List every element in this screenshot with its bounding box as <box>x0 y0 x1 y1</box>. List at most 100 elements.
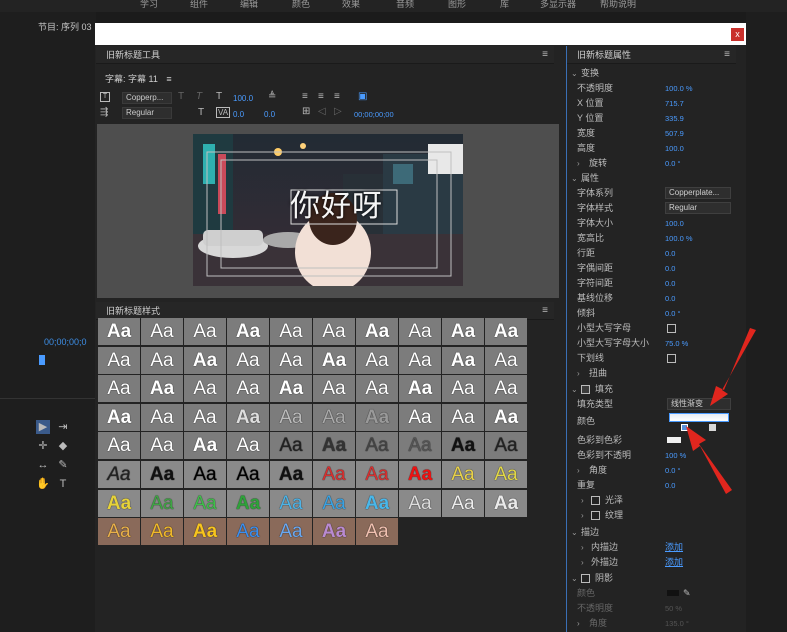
ripple-edit-tool-icon[interactable]: ✛ <box>36 439 50 453</box>
style-swatch[interactable]: Aa <box>356 489 398 517</box>
style-swatch[interactable]: Aa <box>141 432 183 460</box>
inner-stroke-add-link[interactable]: 添加 <box>665 540 683 555</box>
height-value[interactable]: 100.0 <box>665 141 684 156</box>
leading-prop-value[interactable]: 0.0 <box>665 246 675 261</box>
style-swatch[interactable]: Aa <box>442 346 484 374</box>
fill-angle-value[interactable]: 0.0 ° <box>665 463 681 478</box>
style-swatch[interactable]: Aa <box>98 375 140 403</box>
font-style-select[interactable]: Regular <box>122 107 172 119</box>
sheen-checkbox[interactable] <box>591 496 600 505</box>
baseline-value[interactable]: 0.0 <box>665 291 675 306</box>
style-swatch[interactable]: Aa <box>227 318 269 345</box>
style-swatch[interactable]: Aa <box>270 346 312 374</box>
style-swatch[interactable]: Aa <box>227 403 269 431</box>
style-swatch[interactable]: Aa <box>227 461 269 488</box>
text-tool-icon[interactable]: T <box>100 92 110 102</box>
style-swatch[interactable]: Aa <box>442 375 484 403</box>
menu-multi-display[interactable]: 多显示器 <box>540 0 576 10</box>
aspect-value[interactable]: 100.0 % <box>665 231 693 246</box>
strokes-section[interactable]: ⌄ 描边 <box>567 525 737 540</box>
font-size-value[interactable]: 100.0 <box>233 94 253 103</box>
style-swatch[interactable]: Aa <box>141 403 183 431</box>
style-swatch[interactable]: Aa <box>356 432 398 460</box>
style-swatch[interactable]: Aa <box>485 403 527 431</box>
style-swatch[interactable]: Aa <box>270 461 312 488</box>
style-swatch[interactable]: Aa <box>141 346 183 374</box>
shadow-angle-row[interactable]: › 角度 135.0 ° <box>567 616 737 631</box>
style-swatch[interactable]: Aa <box>399 461 441 488</box>
style-swatch[interactable]: Aa <box>98 346 140 374</box>
style-swatch[interactable]: Aa <box>98 489 140 517</box>
back-icon[interactable]: ◁ <box>318 106 326 117</box>
shadow-angle-value[interactable]: 135.0 ° <box>665 616 689 631</box>
menu-assembly[interactable]: 组件 <box>190 0 208 10</box>
underline-checkbox[interactable] <box>667 354 676 363</box>
program-monitor-tab[interactable]: 节目: 序列 03 <box>38 20 92 33</box>
style-swatch[interactable]: Aa <box>485 489 527 517</box>
style-swatch[interactable]: Aa <box>399 318 441 345</box>
style-swatch[interactable]: Aa <box>98 432 140 460</box>
style-swatch[interactable]: Aa <box>227 432 269 460</box>
style-swatch[interactable]: Aa <box>270 432 312 460</box>
style-swatch[interactable]: Aa <box>141 489 183 517</box>
style-swatch[interactable]: Aa <box>399 403 441 431</box>
style-swatch[interactable]: Aa <box>313 318 355 345</box>
style-swatch[interactable]: Aa <box>485 461 527 488</box>
attributes-section[interactable]: ⌄ 属性 <box>567 171 737 186</box>
style-swatch[interactable]: Aa <box>141 518 183 546</box>
style-swatch[interactable]: Aa <box>485 346 527 374</box>
style-swatch[interactable]: Aa <box>313 375 355 403</box>
style-swatch[interactable]: Aa <box>227 375 269 403</box>
font-family-dropdown[interactable]: Copperplate... <box>665 187 731 199</box>
background-timecode[interactable]: 00;00;00;00 <box>354 110 394 119</box>
style-swatch[interactable]: Aa <box>270 375 312 403</box>
style-swatch[interactable]: Aa <box>184 403 226 431</box>
italic-icon[interactable]: T <box>196 91 202 102</box>
pen-tool-icon[interactable]: ✎ <box>56 458 70 472</box>
subtitle-selector[interactable]: 字幕: 字幕 11 ≡ <box>105 72 172 85</box>
hand-tool-icon[interactable]: ✋ <box>36 477 50 491</box>
style-swatch[interactable]: Aa <box>184 346 226 374</box>
shadow-opacity-value[interactable]: 50 % <box>665 601 682 616</box>
texture-row[interactable]: › 纹理 <box>567 508 737 523</box>
style-swatch[interactable]: Aa <box>227 346 269 374</box>
menu-help[interactable]: 帮助说明 <box>600 0 636 10</box>
menu-effects[interactable]: 效果 <box>342 0 360 10</box>
menu-library[interactable]: 库 <box>500 0 509 10</box>
style-swatch[interactable]: Aa <box>442 432 484 460</box>
type-tool-icon[interactable]: T <box>56 477 70 491</box>
kerning-prop-value[interactable]: 0.0 <box>665 261 675 276</box>
style-swatch[interactable]: Aa <box>98 461 140 488</box>
outer-stroke-add-link[interactable]: 添加 <box>665 555 683 570</box>
style-swatch[interactable]: Aa <box>141 318 183 345</box>
menu-graphics[interactable]: 图形 <box>448 0 466 10</box>
properties-menu-icon[interactable]: ≡ <box>724 46 730 64</box>
track-select-tool-icon[interactable]: ⇥ <box>56 420 70 434</box>
style-swatch[interactable]: Aa <box>227 489 269 517</box>
style-swatch[interactable]: Aa <box>399 375 441 403</box>
transform-section[interactable]: ⌄ 变换 <box>567 66 737 81</box>
style-swatch[interactable]: Aa <box>356 461 398 488</box>
program-timecode[interactable]: 00;00;00;0 <box>44 337 87 347</box>
underline-icon[interactable]: T <box>198 107 204 118</box>
style-swatch[interactable]: Aa <box>270 518 312 546</box>
leading-value[interactable]: 0.0 <box>264 110 275 119</box>
style-swatch[interactable]: Aa <box>184 489 226 517</box>
style-swatch[interactable]: Aa <box>184 518 226 546</box>
style-swatch[interactable]: Aa <box>356 346 398 374</box>
style-swatch[interactable]: Aa <box>270 318 312 345</box>
color-stop-swatch[interactable] <box>667 437 681 443</box>
width-value[interactable]: 507.9 <box>665 126 684 141</box>
style-swatch[interactable]: Aa <box>98 318 140 345</box>
fill-checkbox[interactable] <box>581 385 590 394</box>
y-position-value[interactable]: 335.9 <box>665 111 684 126</box>
style-swatch[interactable]: Aa <box>313 489 355 517</box>
style-swatch[interactable]: Aa <box>313 432 355 460</box>
close-button[interactable]: x <box>731 28 744 41</box>
style-swatch[interactable]: Aa <box>399 346 441 374</box>
selection-tool-icon[interactable]: ▶ <box>36 420 50 434</box>
style-swatch[interactable]: Aa <box>98 518 140 546</box>
bold-icon[interactable]: T <box>178 91 184 102</box>
style-swatch[interactable]: Aa <box>485 375 527 403</box>
style-swatch[interactable]: Aa <box>399 489 441 517</box>
